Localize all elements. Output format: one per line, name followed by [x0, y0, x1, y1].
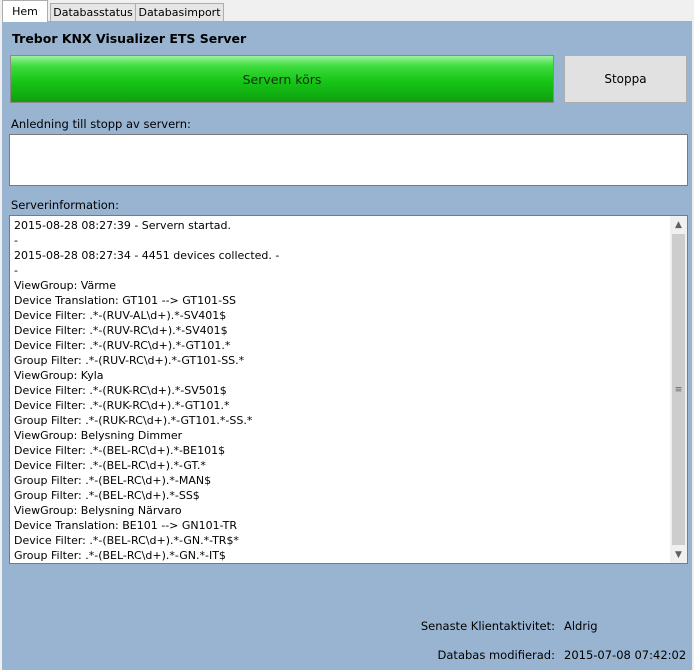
log-line: Device Filter: .*-(RUV-AL\d+).*-SV401$: [14, 309, 227, 322]
last-client-activity-value: Aldrig: [564, 619, 598, 633]
server-info-log[interactable]: 2015-08-28 08:27:39 - Servern startad. - 2…: [9, 215, 688, 564]
server-status-indicator: Servern körs: [10, 55, 554, 103]
log-line: Group Filter: .*-(BEL-RC\d+).*-MAN$: [14, 474, 212, 487]
app-title: Trebor KNX Visualizer ETS Server: [12, 31, 247, 46]
app-window: Hem Databasstatus Databasimport Trebor K…: [0, 0, 694, 670]
tab-databasimport[interactable]: Databasimport: [135, 3, 224, 22]
tab-databasstatus[interactable]: Databasstatus: [50, 3, 136, 22]
log-line: 2015-08-28 08:27:34 - 4451 devices colle…: [14, 249, 280, 262]
tab-strip: Hem Databasstatus Databasimport: [0, 0, 694, 22]
db-modified-label: Databas modifierad:: [437, 648, 555, 662]
log-line: Group Filter: .*-(RUK-RC\d+).*-GT101.*-S…: [14, 414, 253, 427]
server-info-label: Serverinformation:: [11, 198, 119, 212]
tab-hem[interactable]: Hem: [2, 0, 48, 22]
log-line: Device Filter: .*-(BEL-RC\d+).*-GT.*: [14, 459, 206, 472]
scroll-down-icon[interactable]: ▼: [670, 546, 687, 563]
log-line: ViewGroup: Belysning Närvaro: [14, 504, 182, 517]
scroll-up-icon[interactable]: ▲: [670, 216, 687, 233]
log-line: -: [14, 234, 18, 247]
log-line: ViewGroup: Belysning Dimmer: [14, 429, 183, 442]
grip-icon: ≡: [674, 384, 683, 395]
scroll-thumb[interactable]: ≡: [672, 234, 685, 545]
db-modified-value: 2015-07-08 07:42:02: [564, 648, 687, 662]
log-scrollbar[interactable]: ▲ ≡ ▼: [670, 216, 687, 563]
stop-reason-input[interactable]: [9, 134, 688, 186]
log-line: Device Filter: .*-(BEL-RC\d+).*-GN.*-TR$…: [14, 534, 239, 547]
stop-button[interactable]: Stoppa: [564, 55, 687, 103]
log-line: ViewGroup: Värme: [14, 279, 117, 292]
log-line: -: [14, 264, 18, 277]
log-line: ViewGroup: Kyla: [14, 369, 104, 382]
log-line: Device Translation: BE101 --> GN101-TR: [14, 519, 237, 532]
stop-button-label: Stoppa: [604, 72, 647, 86]
log-line: Group Filter: .*-(RUV-RC\d+).*-GT101-SS.…: [14, 354, 245, 367]
log-line: Device Filter: .*-(RUK-RC\d+).*-GT101.*: [14, 399, 230, 412]
log-line: Group Filter: .*-(BEL-RC\d+).*-GN.*-IT$: [14, 549, 226, 562]
log-line: Device Translation: GT101 --> GT101-SS: [14, 294, 237, 307]
server-status-label: Servern körs: [242, 71, 322, 87]
last-client-activity-label: Senaste Klientaktivitet:: [420, 619, 555, 633]
log-line: Device Filter: .*-(BEL-RC\d+).*-BE101$: [14, 444, 226, 457]
home-panel: Trebor KNX Visualizer ETS Server Servern…: [2, 21, 692, 670]
log-lines: 2015-08-28 08:27:39 - Servern startad. - 2…: [14, 218, 669, 563]
log-line: Device Filter: .*-(RUV-RC\d+).*-GT101.*: [14, 339, 231, 352]
log-line: Device Filter: .*-(RUV-RC\d+).*-SV401$: [14, 324, 228, 337]
log-line: Device Filter: .*-(RUK-RC\d+).*-SV501$: [14, 384, 227, 397]
log-line: 2015-08-28 08:27:39 - Servern startad.: [14, 219, 231, 232]
log-line: Group Filter: .*-(BEL-RC\d+).*-SS$: [14, 489, 200, 502]
stop-reason-label: Anledning till stopp av servern:: [11, 117, 191, 131]
